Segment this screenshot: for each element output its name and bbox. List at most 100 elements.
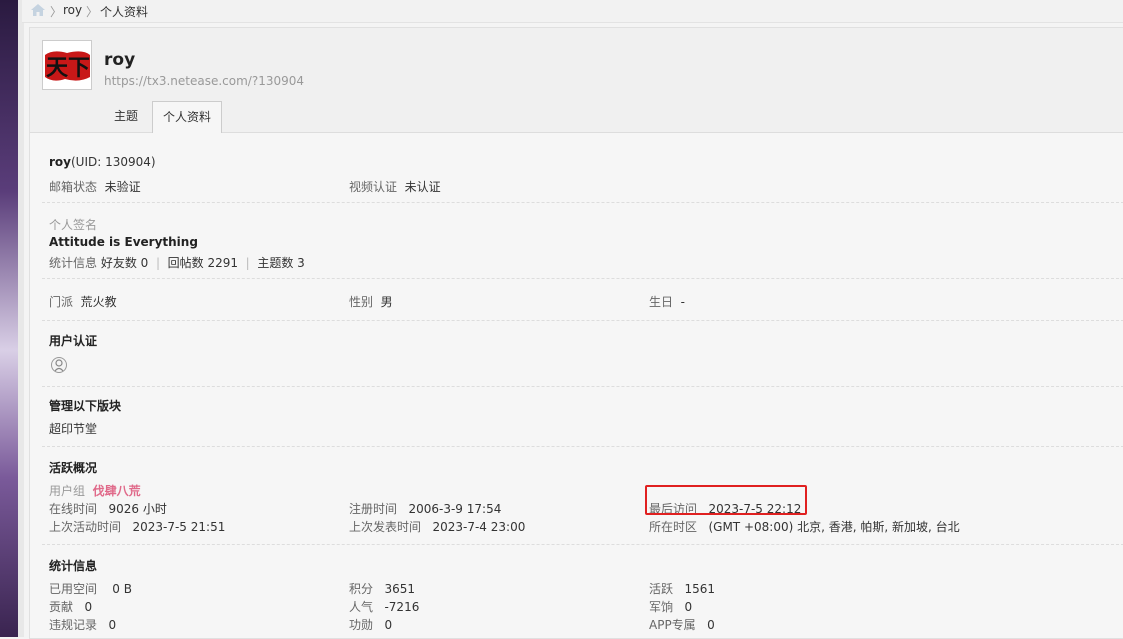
stats-summary: 统计信息 好友数 0 | 回帖数 2291 | 主题数 3 bbox=[49, 254, 305, 271]
merit-field: 功勋 0 bbox=[349, 616, 392, 633]
breadcrumb-separator: 〉 bbox=[50, 5, 63, 19]
pipe-separator: | bbox=[241, 256, 254, 270]
video-status: 视频认证 未认证 bbox=[349, 178, 441, 195]
contribution-label: 贡献 bbox=[49, 600, 74, 614]
user-group-label: 用户组 bbox=[49, 484, 86, 498]
svg-text:天下: 天下 bbox=[46, 55, 90, 81]
divider bbox=[42, 320, 1123, 321]
timezone-field: 所在时区 (GMT +08:00) 北京, 香港, 帕斯, 新加坡, 台北 bbox=[649, 518, 960, 535]
last-active-value: 2023-7-5 21:51 bbox=[132, 520, 226, 534]
sect-value: 荒火教 bbox=[80, 295, 117, 309]
activity-points-label: 活跃 bbox=[649, 582, 674, 596]
signature-label: 个人签名 bbox=[49, 218, 98, 232]
activity-title: 活跃概况 bbox=[49, 461, 98, 475]
friends-count[interactable]: 好友数 0 bbox=[101, 256, 148, 270]
online-time-field: 在线时间 9026 小时 bbox=[49, 500, 167, 517]
app-field: APP专属 0 bbox=[649, 616, 715, 633]
last-post-field: 上次发表时间 2023-7-4 23:00 bbox=[349, 518, 525, 535]
divider bbox=[42, 446, 1123, 447]
last-active-label: 上次活动时间 bbox=[49, 520, 122, 534]
violation-label: 违规记录 bbox=[49, 618, 98, 632]
video-status-value: 未认证 bbox=[404, 180, 441, 194]
video-status-label: 视频认证 bbox=[349, 180, 398, 194]
breadcrumb-item-profile[interactable]: 个人资料 bbox=[100, 3, 148, 20]
uid-text: (UID: 130904) bbox=[70, 155, 156, 169]
activity-points-value: 1561 bbox=[684, 582, 716, 596]
points-value: 3651 bbox=[384, 582, 416, 596]
birthday-field: 生日 - bbox=[649, 293, 685, 310]
online-time-value: 9026 小时 bbox=[108, 502, 167, 516]
gender-field: 性别 男 bbox=[349, 293, 393, 310]
profile-panel: 天下 roy https://tx3.netease.com/?130904 主… bbox=[29, 27, 1123, 639]
register-time-value: 2006-3-9 17:54 bbox=[408, 502, 502, 516]
profile-name: roy bbox=[49, 155, 71, 169]
contribution-value: 0 bbox=[84, 600, 93, 614]
avatar-image: 天下 bbox=[43, 41, 91, 89]
used-space-value: 0 B bbox=[112, 582, 132, 596]
topics-count[interactable]: 主题数 3 bbox=[257, 256, 304, 270]
replies-count[interactable]: 回帖数 2291 bbox=[168, 256, 238, 270]
last-post-value: 2023-7-4 23:00 bbox=[432, 520, 526, 534]
divider bbox=[42, 278, 1123, 279]
app-label: APP专属 bbox=[649, 618, 696, 632]
moderate-title: 管理以下版块 bbox=[49, 399, 122, 413]
register-time-label: 注册时间 bbox=[349, 502, 398, 516]
stats-summary-label: 统计信息 bbox=[49, 256, 98, 270]
popularity-value: -7216 bbox=[384, 600, 420, 614]
violation-field: 违规记录 0 bbox=[49, 616, 116, 633]
used-space-field: 已用空间 0 B bbox=[49, 580, 132, 597]
divider bbox=[42, 386, 1123, 387]
user-group-value[interactable]: 伐肆八荒 bbox=[93, 484, 141, 498]
salary-value: 0 bbox=[684, 600, 693, 614]
tab-topics[interactable]: 主题 bbox=[108, 101, 144, 132]
popularity-label: 人气 bbox=[349, 600, 374, 614]
profile-username: roy bbox=[104, 50, 136, 70]
moderated-board-link[interactable]: 超印节堂 bbox=[49, 420, 97, 437]
breadcrumb: 〉 roy 〉 个人资料 bbox=[22, 0, 1123, 23]
last-active-field: 上次活动时间 2023-7-5 21:51 bbox=[49, 518, 225, 535]
app-value: 0 bbox=[707, 618, 715, 632]
divider bbox=[42, 202, 1123, 203]
auth-title: 用户认证 bbox=[49, 334, 98, 348]
online-time-label: 在线时间 bbox=[49, 502, 98, 516]
breadcrumb-separator: 〉 bbox=[86, 5, 99, 19]
background-edge bbox=[18, 0, 24, 637]
email-status: 邮箱状态 未验证 bbox=[49, 178, 141, 195]
last-post-label: 上次发表时间 bbox=[349, 520, 422, 534]
email-status-label: 邮箱状态 bbox=[49, 180, 98, 194]
contribution-field: 贡献 0 bbox=[49, 598, 92, 615]
used-space-label: 已用空间 bbox=[49, 582, 98, 596]
register-time-field: 注册时间 2006-3-9 17:54 bbox=[349, 500, 501, 517]
uid-line: roy(UID: 130904) bbox=[49, 155, 156, 169]
signature-text: Attitude is Everything bbox=[49, 235, 198, 249]
violation-value: 0 bbox=[108, 618, 117, 632]
birthday-value: - bbox=[680, 295, 685, 309]
pipe-separator: | bbox=[152, 256, 164, 270]
home-icon[interactable] bbox=[30, 3, 46, 17]
last-visit-highlight-box bbox=[645, 485, 807, 515]
popularity-field: 人气 -7216 bbox=[349, 598, 419, 615]
breadcrumb-item-user[interactable]: roy bbox=[63, 3, 82, 17]
points-label: 积分 bbox=[349, 582, 374, 596]
certification-badge-icon[interactable] bbox=[50, 356, 68, 374]
avatar[interactable]: 天下 bbox=[42, 40, 92, 90]
profile-header: 天下 roy https://tx3.netease.com/?130904 主… bbox=[30, 28, 1123, 133]
merit-label: 功勋 bbox=[349, 618, 374, 632]
divider bbox=[42, 544, 1123, 545]
birthday-label: 生日 bbox=[649, 295, 674, 309]
sect-label: 门派 bbox=[49, 295, 74, 309]
profile-url[interactable]: https://tx3.netease.com/?130904 bbox=[104, 74, 304, 88]
user-group-field: 用户组 伐肆八荒 bbox=[49, 482, 141, 499]
email-status-value: 未验证 bbox=[104, 180, 141, 194]
points-field: 积分 3651 bbox=[349, 580, 415, 597]
timezone-value: (GMT +08:00) 北京, 香港, 帕斯, 新加坡, 台北 bbox=[708, 520, 960, 534]
gender-label: 性别 bbox=[349, 295, 374, 309]
timezone-label: 所在时区 bbox=[649, 520, 698, 534]
stats-title: 统计信息 bbox=[49, 559, 98, 573]
salary-label: 军饷 bbox=[649, 600, 674, 614]
merit-value: 0 bbox=[384, 618, 393, 632]
activity-points-field: 活跃 1561 bbox=[649, 580, 715, 597]
tab-profile[interactable]: 个人资料 bbox=[152, 101, 222, 133]
salary-field: 军饷 0 bbox=[649, 598, 692, 615]
gender-value: 男 bbox=[380, 295, 393, 309]
